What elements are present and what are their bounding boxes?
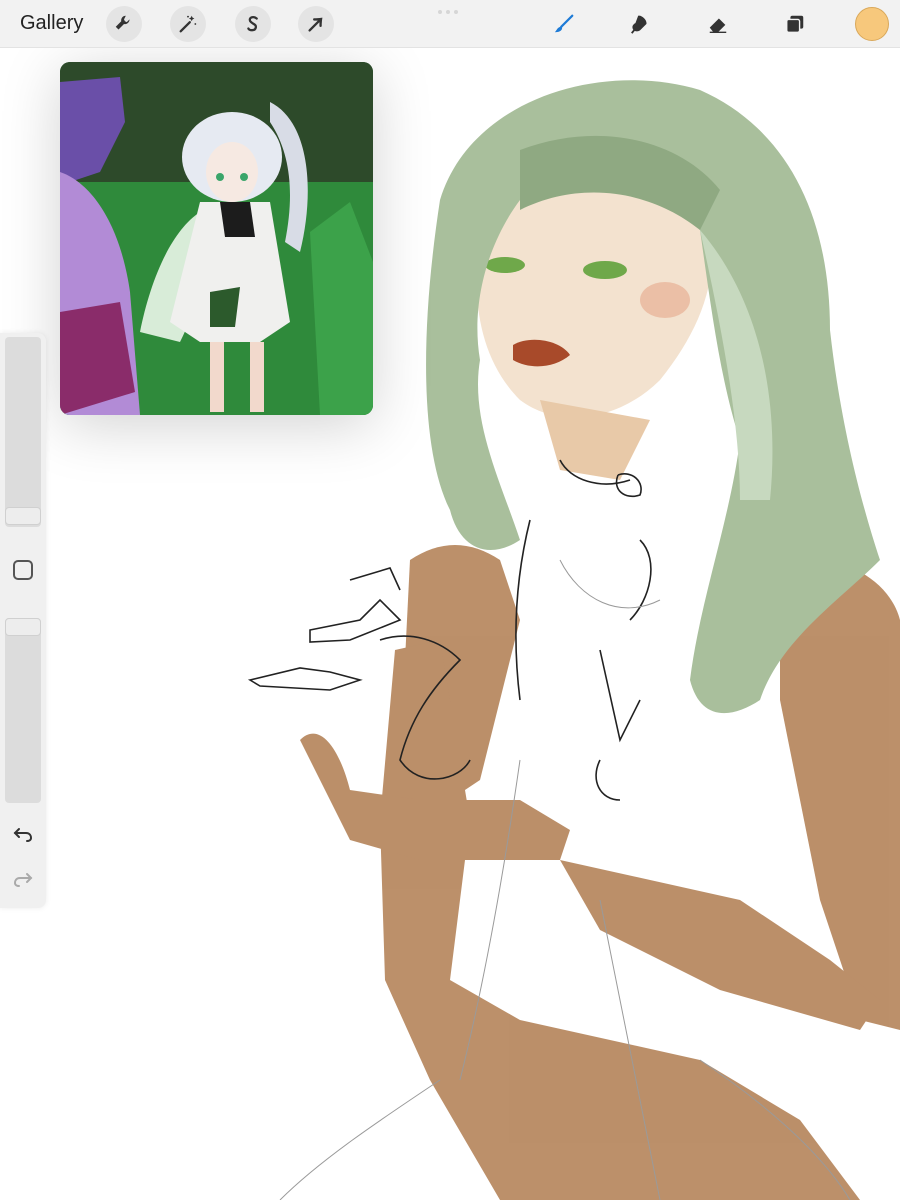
gallery-button[interactable]: Gallery	[20, 12, 83, 35]
reference-window[interactable]	[60, 62, 373, 415]
eraser-icon[interactable]	[700, 6, 736, 42]
brush-size-slider[interactable]	[5, 337, 41, 527]
reference-image-icon	[60, 62, 373, 415]
opacity-slider[interactable]	[5, 618, 41, 803]
wrench-icon[interactable]	[106, 6, 142, 42]
opacity-slider-knob[interactable]	[5, 618, 41, 636]
modify-button-square-icon[interactable]	[13, 560, 33, 580]
undo-icon[interactable]	[11, 821, 35, 845]
layers-icon[interactable]	[777, 6, 813, 42]
color-picker-swatch[interactable]	[855, 7, 889, 41]
toolbar-grabber[interactable]	[438, 10, 464, 14]
brush-size-slider-knob[interactable]	[5, 507, 41, 525]
arrow-cursor-icon[interactable]	[298, 6, 334, 42]
top-toolbar: Gallery	[0, 0, 900, 48]
redo-icon[interactable]	[11, 866, 35, 890]
smudge-icon[interactable]	[622, 6, 658, 42]
selection-s-icon[interactable]	[235, 6, 271, 42]
left-sidebar	[0, 333, 46, 908]
skin-shading	[300, 545, 900, 1200]
brush-icon[interactable]	[546, 6, 582, 42]
magic-wand-icon[interactable]	[170, 6, 206, 42]
